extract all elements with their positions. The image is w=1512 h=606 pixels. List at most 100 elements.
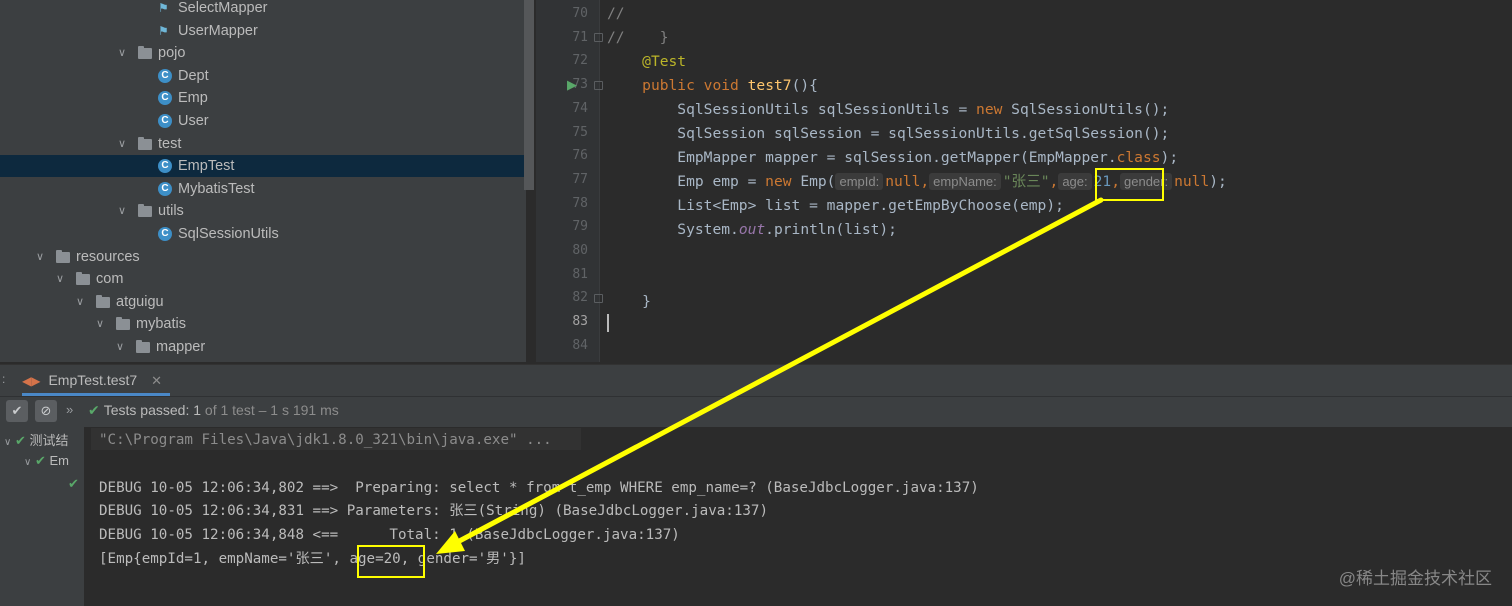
line-number: 84 (572, 337, 588, 353)
tree-item-emptest[interactable]: C EmpTest (0, 155, 526, 178)
chevron-down-icon[interactable]: ∨ (116, 200, 128, 222)
code-line-76[interactable]: EmpMapper mapper = sqlSession.getMapper(… (607, 146, 1178, 170)
run-tab[interactable]: ◀▶ EmpTest.test7 ✕ (22, 368, 162, 394)
code-line-74[interactable]: SqlSessionUtils sqlSessionUtils = new Sq… (607, 98, 1169, 122)
code-line-82[interactable]: } (607, 290, 651, 314)
tree-item-mybatis[interactable]: ∨ mybatis (0, 313, 526, 335)
code-line-78[interactable]: List<Emp> list = mapper.getEmpByChoose(e… (607, 194, 1064, 218)
code-line-73[interactable]: public void test7(){ (607, 74, 818, 98)
tree-item-sqlsessionutils[interactable]: C SqlSessionUtils (0, 223, 526, 245)
chevron-down-icon[interactable]: ∨ (94, 313, 106, 335)
fold-marker-icon[interactable] (594, 81, 603, 90)
folder-icon (96, 294, 110, 308)
tree-item-user[interactable]: C User (0, 110, 526, 132)
tree-item-selectmapper[interactable]: ⚑ SelectMapper (0, 0, 526, 19)
chevron-down-icon[interactable]: ∨ (34, 246, 46, 268)
code-text: SqlSessionUtils sqlSessionUtils = (677, 101, 977, 118)
tree-item-utils[interactable]: ∨ utils (0, 200, 526, 222)
folder-icon (138, 204, 152, 218)
test-class-item[interactable]: ∨ ✔ Em (24, 453, 69, 469)
tree-item-label: User (178, 113, 209, 129)
line-number: 76 (572, 148, 588, 164)
highlight-box-age-result (357, 545, 425, 578)
test-method-item[interactable]: ✔ (68, 476, 79, 492)
fold-marker-icon[interactable] (594, 294, 603, 303)
param-hint-empid: empId: (835, 173, 884, 190)
keyword: null (1174, 173, 1210, 190)
comma: , (920, 173, 930, 190)
tree-item-label: UserMapper (178, 22, 258, 39)
keyword: new (765, 173, 792, 190)
comma: , (1049, 173, 1059, 190)
chevron-down-icon[interactable]: ∨ (116, 42, 128, 64)
keyword: public (642, 77, 695, 94)
line-number: 77 (572, 171, 588, 187)
class-icon: C (158, 91, 172, 106)
line-number: 78 (572, 195, 588, 211)
class-icon: C (158, 227, 172, 241)
comment: } (659, 29, 669, 46)
tree-item-label: SqlSessionUtils (178, 226, 279, 242)
show-ignored-button[interactable]: ⊘ (35, 400, 57, 422)
tree-item-emp[interactable]: C Emp (0, 87, 526, 109)
code-text: SqlSessionUtils(); (1002, 101, 1170, 118)
status-count: 1 (193, 402, 202, 418)
show-passed-button[interactable]: ✔ (6, 400, 28, 422)
test-run-icon: ◀▶ (22, 374, 41, 388)
tree-item-resources[interactable]: ∨ resources (0, 246, 526, 268)
keyword: class (1116, 149, 1161, 166)
param-hint-age: age: (1058, 173, 1092, 190)
param-hint-empname: empName: (929, 173, 1001, 190)
code-line-72[interactable]: @Test (607, 50, 686, 74)
folder-icon (76, 272, 90, 286)
code-text: Emp( (791, 173, 836, 190)
fold-marker-icon[interactable] (594, 33, 603, 42)
panel-menu-icon[interactable]: : (2, 372, 5, 386)
tree-item-mybatistest[interactable]: C MybatisTest (0, 178, 526, 200)
tree-scrollbar[interactable] (524, 0, 534, 190)
code-line-75[interactable]: SqlSession sqlSession = sqlSessionUtils.… (607, 122, 1169, 146)
test-class-icon: C (158, 181, 172, 196)
tree-item-label: pojo (158, 45, 186, 62)
tree-item-com[interactable]: ∨ com (0, 268, 526, 290)
keyword: null (885, 173, 921, 190)
code-text: ); (1209, 173, 1227, 190)
tree-item-mapper[interactable]: ∨ mapper (0, 336, 526, 358)
folder-icon (116, 317, 130, 331)
tree-item-usermapper[interactable]: ⚑ UserMapper (0, 20, 526, 42)
code-line-71[interactable]: // } (607, 26, 669, 50)
console-result-line: [Emp{empId=1, empName='张三', age=20, gend… (99, 551, 526, 567)
console-command[interactable]: "C:\Program Files\Java\jdk1.8.0_321\bin\… (99, 428, 552, 452)
code-text: EmpMapper mapper = sqlSession.getMapper(… (677, 149, 1117, 166)
code-line-79[interactable]: System.out.println(list); (607, 218, 897, 242)
more-actions-icon[interactable]: » (66, 402, 73, 417)
static-field: out (738, 221, 766, 238)
code-text: SqlSession sqlSession = sqlSessionUtils.… (677, 125, 1170, 142)
tree-item-label: test (158, 135, 182, 152)
line-number: 71 (572, 29, 588, 45)
folder-icon (56, 249, 70, 263)
chevron-down-icon[interactable]: ∨ (114, 336, 126, 358)
tree-item-label: EmpTest (178, 158, 235, 175)
test-root-item[interactable]: ∨ ✔ 测试结 (4, 430, 69, 449)
code-line-70[interactable]: // (607, 2, 625, 26)
cancel-icon: ⊘ (40, 403, 52, 418)
tree-item-test[interactable]: ∨ test (0, 133, 526, 155)
tree-item-label: SelectMapper (178, 0, 268, 16)
tree-item-atguigu[interactable]: ∨ atguigu (0, 291, 526, 313)
highlight-box-age-input (1095, 168, 1164, 201)
folder-icon (138, 136, 152, 150)
chevron-down-icon[interactable]: ∨ (74, 291, 86, 313)
line-number: 79 (572, 219, 588, 235)
tree-item-pojo[interactable]: ∨ pojo (0, 42, 526, 64)
run-test-icon[interactable]: ▶ (567, 77, 577, 93)
tree-item-dept[interactable]: C Dept (0, 65, 526, 87)
text-caret (607, 314, 609, 332)
comment: // (607, 29, 625, 46)
chevron-down-icon[interactable]: ∨ (116, 133, 128, 155)
chevron-down-icon[interactable]: ∨ (54, 268, 66, 290)
close-icon[interactable]: ✕ (151, 373, 162, 388)
tree-item-label: com (96, 271, 124, 288)
code-text: } (642, 293, 651, 310)
tree-item-label: Emp (178, 90, 208, 107)
